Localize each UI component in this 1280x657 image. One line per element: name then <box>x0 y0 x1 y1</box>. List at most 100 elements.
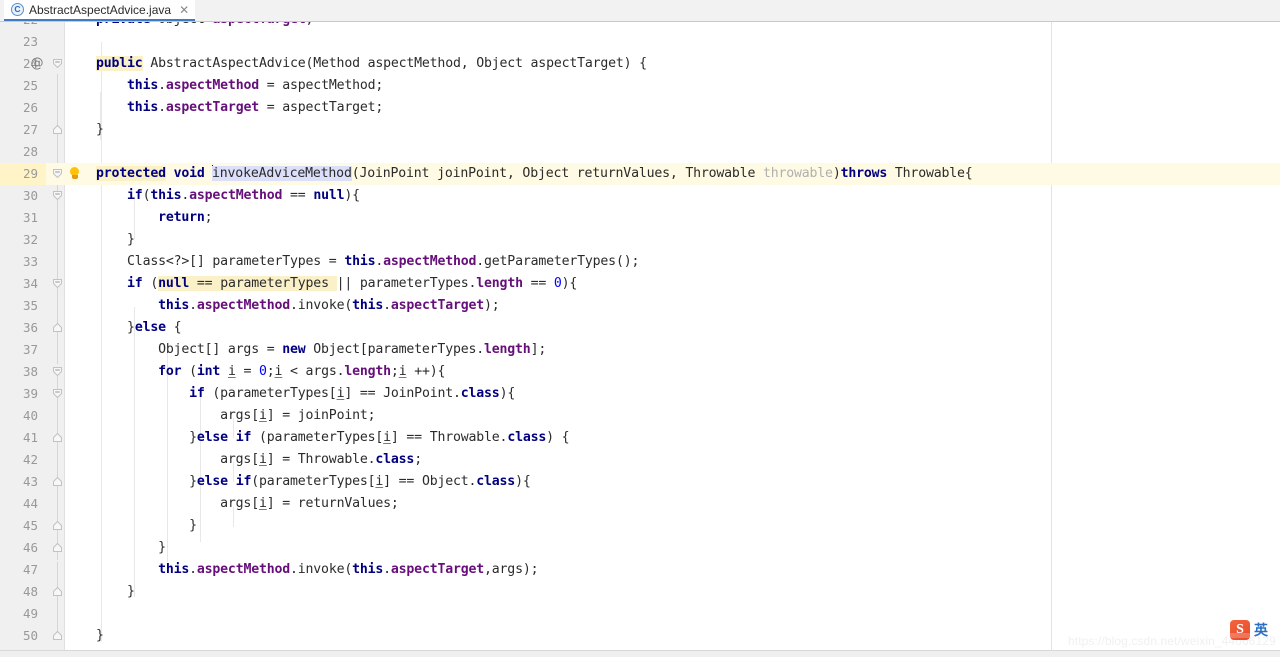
code-line[interactable]: 41 }else if (parameterTypes[i] == Throwa… <box>0 427 1280 449</box>
tab-filename: AbstractAspectAdvice.java <box>29 2 172 17</box>
line-number: 28 <box>22 144 38 159</box>
line-content: private Object aspectTarget; <box>96 22 313 31</box>
line-number: 22 <box>0 22 46 31</box>
line-number: 44 <box>22 496 38 511</box>
editor-tab-bar: C AbstractAspectAdvice.java ✕ <box>0 0 1280 22</box>
line-content: this.aspectTarget = aspectTarget; <box>127 100 384 115</box>
code-line[interactable]: 42 args[i] = Throwable.class; <box>0 449 1280 471</box>
line-number: 40 <box>22 408 38 423</box>
code-line[interactable]: 40 args[i] = joinPoint; <box>0 405 1280 427</box>
fold-arrow-icon[interactable] <box>52 163 63 185</box>
code-line[interactable]: 39 if (parameterTypes[i] == JoinPoint.cl… <box>0 383 1280 405</box>
line-content: } <box>127 232 135 247</box>
fold-arrow-icon[interactable] <box>52 273 63 295</box>
fold-end-icon[interactable] <box>52 515 63 537</box>
line-number: 33 <box>22 254 38 269</box>
line-content: args[i] = returnValues; <box>220 496 399 511</box>
line-content: Object[] args = new Object[parameterType… <box>158 342 547 357</box>
editor-tab-abstractaspectadvice[interactable]: C AbstractAspectAdvice.java ✕ <box>4 0 196 21</box>
code-line[interactable]: 48 } <box>0 581 1280 603</box>
ide-window: C AbstractAspectAdvice.java ✕ 22 private… <box>0 0 1280 657</box>
line-number: 30 <box>22 188 38 203</box>
line-content: this.aspectMethod = aspectMethod; <box>127 78 384 93</box>
line-content: if (null == parameterTypes || parameterT… <box>127 276 578 291</box>
fold-end-icon[interactable] <box>52 471 63 493</box>
line-number: 50 <box>22 628 38 643</box>
line-number: 34 <box>22 276 38 291</box>
line-content: protected void invokeAdviceMethod(JoinPo… <box>96 165 973 181</box>
code-line[interactable]: 27 } <box>0 119 1280 141</box>
code-line[interactable]: 26 this.aspectTarget = aspectTarget; <box>0 97 1280 119</box>
code-line[interactable]: 38 for (int i = 0;i < args.length;i ++){ <box>0 361 1280 383</box>
line-content: } <box>189 518 197 533</box>
fold-arrow-icon[interactable] <box>52 185 63 207</box>
bottom-strip <box>0 650 1280 657</box>
sogou-logo-strip <box>1230 633 1250 638</box>
line-content: } <box>96 122 104 137</box>
line-number: 48 <box>22 584 38 599</box>
fold-end-icon[interactable] <box>52 427 63 449</box>
code-editor[interactable]: 22 private Object aspectTarget; 23 24 @ … <box>0 22 1280 650</box>
code-line[interactable]: 45 } <box>0 515 1280 537</box>
sogou-logo-icon[interactable]: S <box>1230 620 1250 640</box>
fold-end-icon[interactable] <box>52 581 63 603</box>
line-content: if(this.aspectMethod == null){ <box>127 188 360 203</box>
line-number: 49 <box>22 606 38 621</box>
code-line[interactable]: 36 }else { <box>0 317 1280 339</box>
line-content: return; <box>158 210 213 225</box>
code-line[interactable]: 23 <box>0 31 1280 53</box>
line-content: args[i] = Throwable.class; <box>220 452 422 467</box>
code-line[interactable]: 28 <box>0 141 1280 163</box>
line-number: 36 <box>22 320 38 335</box>
code-line[interactable]: 46 } <box>0 537 1280 559</box>
line-content: } <box>96 628 104 643</box>
line-content: this.aspectMethod.invoke(this.aspectTarg… <box>158 562 539 577</box>
line-number: 26 <box>22 100 38 115</box>
ime-mode-indicator[interactable]: 英 <box>1254 620 1268 640</box>
annotation-marker-icon[interactable]: @ <box>30 53 44 75</box>
line-number: 42 <box>22 452 38 467</box>
code-line[interactable]: 44 args[i] = returnValues; <box>0 493 1280 515</box>
sogou-ime-indicator[interactable]: S 英 <box>1230 620 1268 640</box>
fold-arrow-icon[interactable] <box>52 53 63 75</box>
line-number: 47 <box>22 562 38 577</box>
line-number: 38 <box>22 364 38 379</box>
line-number: 37 <box>22 342 38 357</box>
line-number: 27 <box>22 122 38 137</box>
line-number: 43 <box>22 474 38 489</box>
fold-end-icon[interactable] <box>52 119 63 141</box>
line-content: if (parameterTypes[i] == JoinPoint.class… <box>189 386 516 401</box>
fold-end-icon[interactable] <box>52 317 63 339</box>
line-content: }else if(parameterTypes[i] == Object.cla… <box>189 474 531 489</box>
line-number: 35 <box>22 298 38 313</box>
fold-arrow-icon[interactable] <box>52 361 63 383</box>
line-number: 31 <box>22 210 38 225</box>
code-line[interactable]: 22 private Object aspectTarget; <box>0 22 1280 31</box>
line-content: }else { <box>127 320 182 335</box>
code-line[interactable]: 34 if (null == parameterTypes || paramet… <box>0 273 1280 295</box>
line-content: } <box>158 540 166 555</box>
line-content: this.aspectMethod.invoke(this.aspectTarg… <box>158 298 500 313</box>
code-line[interactable]: 47 this.aspectMethod.invoke(this.aspectT… <box>0 559 1280 581</box>
code-line[interactable]: 24 @ public AbstractAspectAdvice(Method … <box>0 53 1280 75</box>
code-line[interactable]: 35 this.aspectMethod.invoke(this.aspectT… <box>0 295 1280 317</box>
lightbulb-icon[interactable] <box>68 167 81 181</box>
fold-end-icon[interactable] <box>52 537 63 559</box>
line-number: 41 <box>22 430 38 445</box>
code-line[interactable]: 25 this.aspectMethod = aspectMethod; <box>0 75 1280 97</box>
code-line[interactable]: 37 Object[] args = new Object[parameterT… <box>0 339 1280 361</box>
code-line[interactable]: 32 } <box>0 229 1280 251</box>
line-content: }else if (parameterTypes[i] == Throwable… <box>189 430 570 445</box>
code-line[interactable]: 33 Class<?>[] parameterTypes = this.aspe… <box>0 251 1280 273</box>
line-number: 23 <box>22 34 38 49</box>
code-line[interactable]: 31 return; <box>0 207 1280 229</box>
code-line[interactable]: 49 <box>0 603 1280 625</box>
fold-end-icon[interactable] <box>52 625 63 647</box>
code-line-active[interactable]: 29 protected void invokeAdviceMethod(Joi… <box>0 163 1280 185</box>
close-icon[interactable]: ✕ <box>179 4 189 16</box>
fold-arrow-icon[interactable] <box>52 383 63 405</box>
code-line[interactable]: 43 }else if(parameterTypes[i] == Object.… <box>0 471 1280 493</box>
line-number: 25 <box>22 78 38 93</box>
line-content: public AbstractAspectAdvice(Method aspec… <box>96 56 647 71</box>
code-line[interactable]: 30 if(this.aspectMethod == null){ <box>0 185 1280 207</box>
